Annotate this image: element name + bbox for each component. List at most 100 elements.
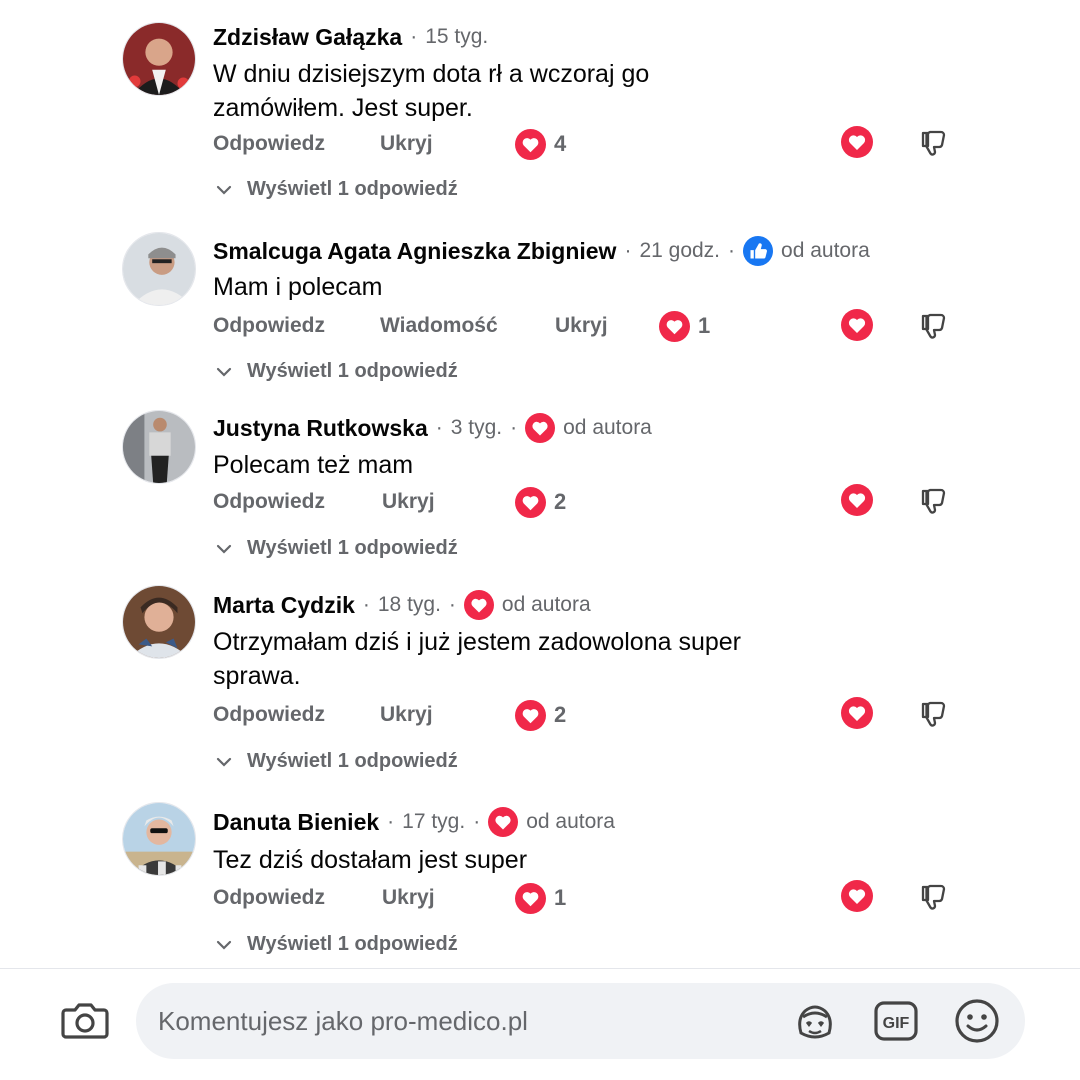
heart-icon [515,128,546,160]
badge-label: od autora [526,810,615,833]
author-name[interactable]: Marta Cydzik [213,592,355,619]
author-reaction-badge: od autora [525,413,652,443]
avatar[interactable] [122,232,196,306]
reply-button[interactable]: Odpowiedz [213,314,325,338]
separator-dot: · [448,593,456,616]
comment-input[interactable] [158,997,758,1045]
avatar[interactable] [122,410,196,484]
timestamp[interactable]: 17 tyg. [402,810,465,834]
hide-button[interactable]: Ukryj [555,314,608,338]
author-name[interactable]: Zdzisław Gałązka [213,24,402,51]
message-button[interactable]: Wiadomość [380,314,498,338]
thumbs-down-icon[interactable] [918,697,950,729]
heart-icon [515,882,546,914]
view-replies-link[interactable]: Wyświetl 1 odpowiedź [215,178,458,201]
timestamp[interactable]: 21 godz. [639,239,720,263]
camera-icon[interactable] [60,995,110,1045]
comment-header: Justyna Rutkowska · 3 tyg. · od autora [213,412,652,444]
heart-react-button[interactable] [841,697,873,729]
reply-button[interactable]: Odpowiedz [213,703,325,727]
comment-header: Marta Cydzik · 18 tyg. · od autora [213,589,591,621]
comment-composer: GIF [136,983,1025,1059]
reply-button[interactable]: Odpowiedz [213,886,325,910]
heart-icon [463,590,494,620]
chevron-down-icon [216,367,232,377]
hide-button[interactable]: Ukryj [382,886,435,910]
thumbs-down-icon[interactable] [918,880,950,912]
heart-react-button[interactable] [841,880,873,912]
reaction-summary[interactable]: 4 [515,128,567,160]
avatar-sticker-icon[interactable] [791,997,839,1045]
separator-dot: · [473,810,481,833]
author-name[interactable]: Smalcuga Agata Agnieszka Zbigniew [213,238,616,265]
thumbs-down-icon[interactable] [918,309,950,341]
author-name[interactable]: Danuta Bieniek [213,809,379,836]
comment-text: Polecam też mam [213,451,414,479]
badge-label: od autora [501,593,591,616]
timestamp[interactable]: 18 tyg. [378,593,441,617]
view-replies-label: Wyświetl 1 odpowiedź [247,750,458,772]
emoji-icon[interactable] [953,997,1001,1045]
comment-header: Danuta Bieniek · 17 tyg. · od autora [213,806,615,838]
view-replies-label: Wyświetl 1 odpowiedź [247,178,458,200]
svg-text:GIF: GIF [883,1015,910,1032]
chevron-down-icon [216,757,232,767]
heart-react-button[interactable] [841,484,873,516]
view-replies-link[interactable]: Wyświetl 1 odpowiedź [215,537,458,560]
heart-icon [488,807,519,837]
comment-text: Otrzymałam dziś i już jestem zadowolona … [213,628,741,690]
heart-icon [515,486,546,518]
author-reaction-badge: od autora [743,236,870,266]
thumbs-up-icon [743,236,774,266]
comment-text: Mam i polecam [213,273,383,301]
hide-button[interactable]: Ukryj [380,703,433,727]
author-reaction-badge: od autora [463,590,591,620]
heart-react-button[interactable] [841,309,873,341]
separator-dot: · [362,593,370,616]
view-replies-link[interactable]: Wyświetl 1 odpowiedź [215,933,458,956]
hide-button[interactable]: Ukryj [382,490,435,514]
reply-button[interactable]: Odpowiedz [213,132,325,156]
view-replies-label: Wyświetl 1 odpowiedź [247,360,458,382]
heart-react-button[interactable] [841,126,873,158]
chevron-down-icon [216,185,232,195]
view-replies-label: Wyświetl 1 odpowiedź [247,933,458,955]
heart-icon [525,413,556,443]
reaction-count: 4 [554,131,567,156]
reaction-count: 2 [554,702,567,727]
comment-text: W dniu dzisiejszym dota rł a wczoraj go … [213,60,650,122]
reaction-summary[interactable]: 1 [515,882,566,914]
avatar[interactable] [122,585,196,659]
comment-header: Smalcuga Agata Agnieszka Zbigniew · 21 g… [213,235,870,267]
reaction-summary[interactable]: 1 [659,310,711,342]
composer-divider [0,968,1080,969]
thumbs-down-icon[interactable] [918,484,950,516]
reaction-count: 1 [698,313,711,338]
avatar[interactable] [122,802,196,876]
view-replies-link[interactable]: Wyświetl 1 odpowiedź [215,750,458,773]
chevron-down-icon [216,940,232,950]
reaction-summary[interactable]: 2 [515,699,567,731]
avatar[interactable] [122,22,196,96]
badge-label: od autora [563,416,652,439]
gif-icon[interactable]: GIF [872,997,920,1045]
heart-icon [515,699,546,731]
separator-dot: · [728,239,736,262]
separator-dot: · [435,416,443,439]
view-replies-link[interactable]: Wyświetl 1 odpowiedź [215,360,458,383]
reaction-count: 2 [554,489,567,514]
view-replies-label: Wyświetl 1 odpowiedź [247,537,458,559]
badge-label: od autora [781,239,870,262]
timestamp[interactable]: 15 tyg. [425,25,488,49]
thumbs-down-icon[interactable] [918,126,950,158]
author-reaction-badge: od autora [488,807,615,837]
reply-button[interactable]: Odpowiedz [213,490,325,514]
separator-dot: · [410,25,418,48]
heart-icon [659,310,690,342]
timestamp[interactable]: 3 tyg. [451,416,502,440]
author-name[interactable]: Justyna Rutkowska [213,415,428,442]
separator-dot: · [510,416,518,439]
hide-button[interactable]: Ukryj [380,132,433,156]
reaction-summary[interactable]: 2 [515,486,567,518]
separator-dot: · [624,239,632,262]
